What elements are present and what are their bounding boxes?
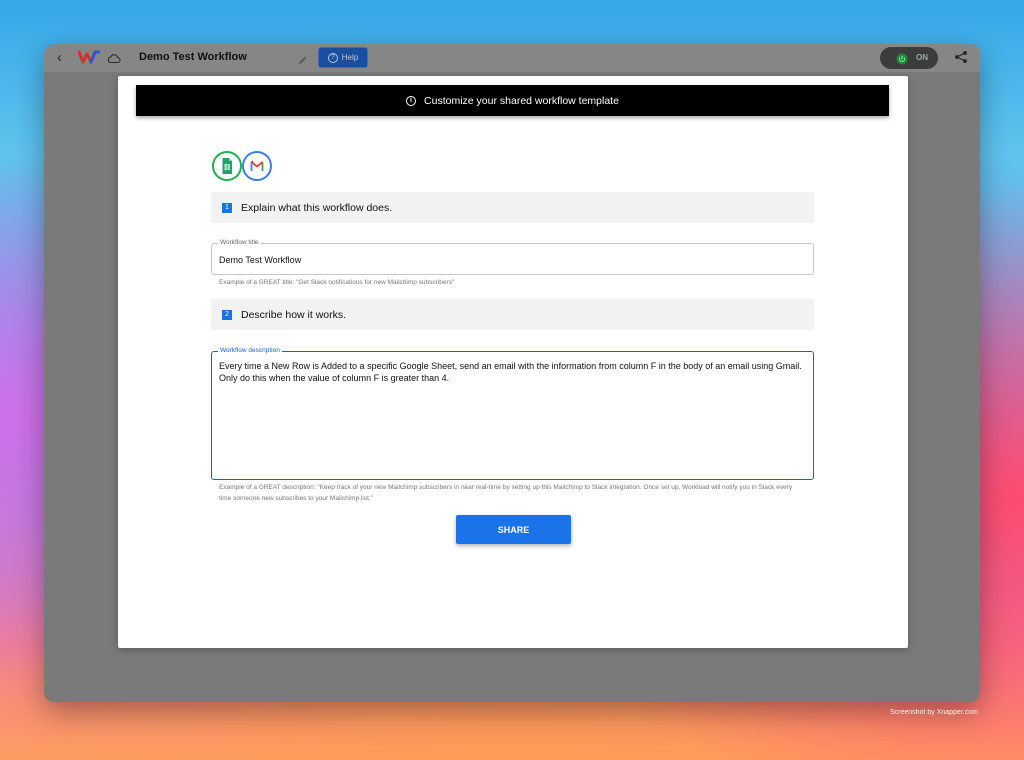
workload-logo-icon[interactable] xyxy=(77,50,101,69)
edit-pencil-icon[interactable] xyxy=(298,52,308,70)
workflow-title-field[interactable]: Workflow title Demo Test Workflow xyxy=(211,239,814,275)
gmail-icon xyxy=(242,151,272,181)
workflow-title-help: Example of a GREAT title: "Get Slack not… xyxy=(219,279,455,286)
workflow-title-legend: Workflow title xyxy=(218,239,261,246)
google-sheets-icon xyxy=(212,151,242,181)
toggle-power-icon xyxy=(896,52,908,65)
step-1-header: 1 Explain what this workflow does. xyxy=(211,192,814,223)
share-icon[interactable] xyxy=(954,50,968,69)
banner-text: Customize your shared workflow template xyxy=(424,94,619,107)
info-icon: i xyxy=(406,95,417,106)
screenshot-watermark: Screenshot by Xnapper.com xyxy=(890,709,978,716)
customize-banner: i Customize your shared workflow templat… xyxy=(136,85,889,116)
workflow-on-toggle[interactable]: ON xyxy=(880,47,938,69)
step-2-number: 2 xyxy=(222,309,232,320)
workflow-title-input[interactable]: Demo Test Workflow xyxy=(212,244,813,265)
step-2-header: 2 Describe how it works. xyxy=(211,299,814,330)
top-bar: ‹ Demo Test Workflow ? Help ON xyxy=(44,44,980,72)
workflow-app-icons xyxy=(212,151,276,183)
step-2-label: Describe how it works. xyxy=(241,308,347,321)
workflow-title[interactable]: Demo Test Workflow xyxy=(139,51,247,63)
workflow-description-help: Example of a GREAT description: "Keep tr… xyxy=(219,484,793,502)
back-arrow-icon[interactable]: ‹ xyxy=(57,50,62,65)
help-button[interactable]: ? Help xyxy=(318,47,368,68)
share-template-dialog: i Customize your shared workflow templat… xyxy=(118,76,908,648)
step-1-number: 1 xyxy=(222,202,232,213)
step-1-label: Explain what this workflow does. xyxy=(241,201,393,214)
workflow-description-textarea[interactable]: Every time a New Row is Added to a speci… xyxy=(212,352,813,384)
share-button[interactable]: SHARE xyxy=(456,515,571,544)
toggle-label: ON xyxy=(916,53,928,62)
workflow-description-field[interactable]: Workflow description Every time a New Ro… xyxy=(211,347,814,480)
help-label: Help xyxy=(341,53,359,62)
question-icon: ? xyxy=(327,52,338,63)
cloud-sync-icon xyxy=(107,51,121,69)
workflow-description-legend: Workflow description xyxy=(218,347,282,354)
